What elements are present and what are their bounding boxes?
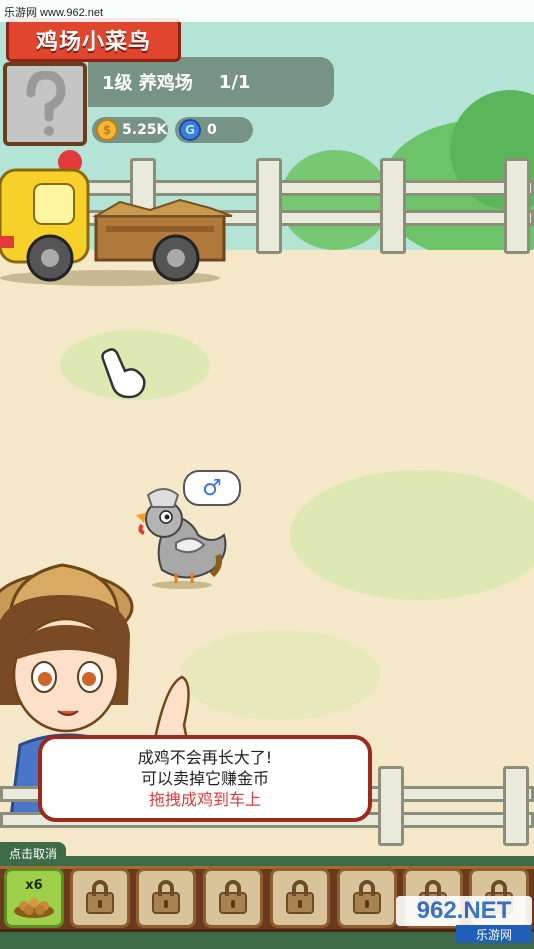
cancel-button[interactable]: 点击取消	[0, 842, 66, 864]
bush	[280, 150, 390, 250]
gem-icon: G	[179, 119, 201, 141]
feed-count: x6	[25, 877, 43, 893]
locked-slot[interactable]	[337, 868, 397, 928]
logo-sub-text: 乐游网	[456, 925, 532, 943]
tutorial-dialog: 成鸡不会再长大了! 可以卖掉它赚金币 拖拽成鸡到车上	[38, 735, 372, 822]
site-watermark: 乐游网 www.962.net	[0, 0, 534, 22]
locked-slot[interactable]	[270, 868, 330, 928]
fence-post	[380, 158, 406, 254]
feed-slot[interactable]: x6	[4, 868, 64, 928]
locked-slot[interactable]	[203, 868, 263, 928]
dialog-line-1: 成鸡不会再长大了!	[137, 748, 273, 767]
fence-post	[256, 158, 282, 254]
truck-icon[interactable]	[0, 150, 240, 290]
feed-grain-icon	[14, 897, 54, 918]
fence-post	[504, 158, 530, 254]
grass-patch	[180, 630, 380, 720]
grass-patch	[290, 470, 534, 600]
logo-main-text: 962.NET	[396, 896, 532, 926]
locked-slot[interactable]	[136, 868, 196, 928]
coin-icon: $	[96, 119, 118, 141]
locked-slot[interactable]	[70, 868, 130, 928]
site-logo: 962.NET 乐游网	[396, 896, 532, 946]
lock-icon	[353, 880, 381, 914]
player-avatar[interactable]	[3, 62, 87, 146]
lock-icon	[286, 880, 314, 914]
fence-post	[503, 766, 529, 846]
gem-amount: 0	[207, 122, 217, 138]
farm-info-bar: 1级 养鸡场 1/1	[88, 57, 334, 107]
question-mark-icon	[26, 71, 66, 136]
farm-title-banner: 鸡场小菜鸟	[6, 18, 181, 62]
male-icon: ♂	[202, 475, 222, 501]
dialog-hint: 拖拽成鸡到车上	[148, 790, 261, 809]
pointer-hand-icon	[101, 348, 146, 399]
gender-bubble: ♂	[183, 470, 241, 506]
farm-level: 1级 养鸡场	[102, 73, 193, 94]
dialog-line-2: 可以卖掉它赚金币	[140, 769, 269, 788]
coin-counter[interactable]: $ 5.25K	[92, 117, 168, 143]
gem-counter[interactable]: G 0	[175, 117, 253, 143]
lock-icon	[86, 880, 114, 914]
coin-amount: 5.25K	[122, 122, 168, 138]
farm-capacity: 1/1	[218, 71, 251, 93]
fence-post	[378, 766, 404, 846]
lock-icon	[152, 880, 180, 914]
lock-icon	[219, 880, 247, 914]
